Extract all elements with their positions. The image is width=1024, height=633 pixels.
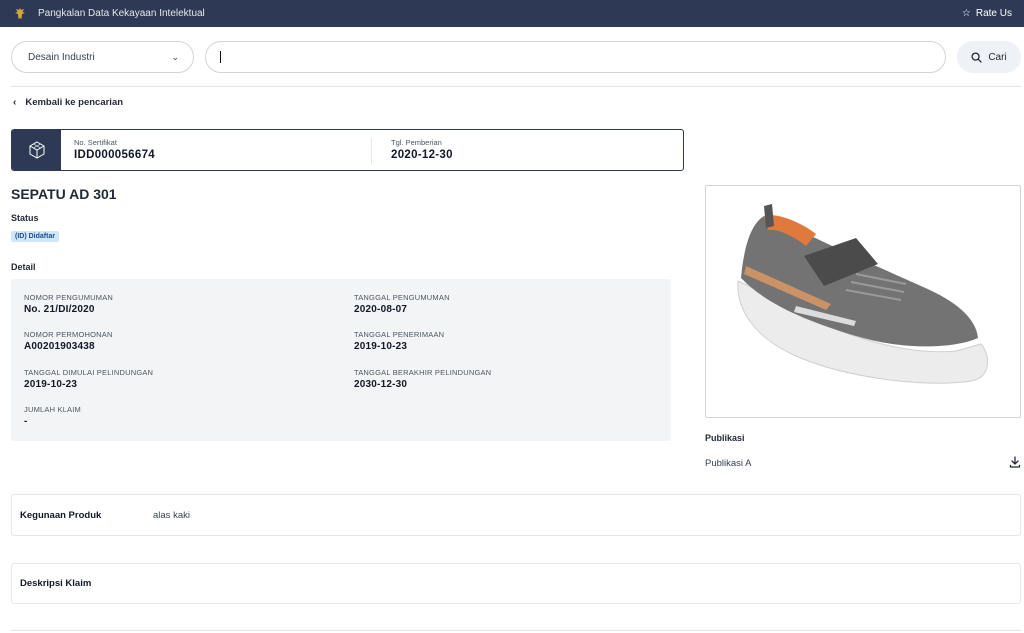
- field-value: No. 21/DI/2020: [24, 304, 95, 315]
- detail-field: NOMOR PERMOHONAN A00201903438: [24, 330, 113, 352]
- search-field[interactable]: [205, 41, 946, 73]
- detail-panel: NOMOR PENGUMUMAN No. 21/DI/2020 TANGGAL …: [11, 279, 671, 441]
- field-value: 2020-08-07: [354, 304, 408, 315]
- status-label: Status: [11, 213, 39, 223]
- section-label: Deskripsi Klaim: [20, 578, 92, 589]
- chevron-down-icon: ⌄: [171, 51, 179, 62]
- search-input[interactable]: [221, 51, 931, 63]
- detail-field: TANGGAL DIMULAI PELINDUNGAN 2019-10-23: [24, 368, 153, 390]
- field-value: 2019-10-23: [24, 379, 78, 390]
- rate-us-button[interactable]: ☆ Rate Us: [962, 8, 1012, 19]
- detail-field: TANGGAL BERAKHIR PELINDUNGAN 2030-12-30: [354, 368, 491, 390]
- top-bar: Pangkalan Data Kekayaan Intelektual ☆ Ra…: [0, 0, 1024, 27]
- section-deskripsi-klaim[interactable]: Deskripsi Klaim: [11, 563, 1021, 604]
- publication-label: Publikasi: [705, 433, 745, 443]
- chevron-left-icon: ‹: [13, 97, 17, 108]
- certificate-number-label: No. Sertifikat: [74, 138, 117, 147]
- field-value: 2030-12-30: [354, 379, 408, 390]
- certificate-number: No. Sertifikat IDD000056674: [74, 138, 372, 164]
- garuda-logo-icon: [12, 6, 28, 22]
- detail-field: TANGGAL PENGUMUMAN 2020-08-07: [354, 293, 450, 315]
- certificate-card: No. Sertifikat IDD000056674 Tgl. Pemberi…: [11, 129, 684, 171]
- field-key: TANGGAL DIMULAI PELINDUNGAN: [24, 368, 154, 377]
- search-bar: Desain Industri ⌄ Cari: [11, 41, 1021, 73]
- field-value: -: [24, 416, 28, 427]
- field-value: A00201903438: [24, 341, 95, 352]
- field-key: NOMOR PERMOHONAN: [24, 330, 113, 339]
- publication-item-label: Publikasi A: [705, 458, 752, 469]
- search-icon: [971, 51, 983, 63]
- publication-item[interactable]: Publikasi A: [705, 456, 1021, 471]
- detail-field: JUMLAH KLAIM -: [24, 405, 81, 427]
- grant-date-label: Tgl. Pemberian: [391, 138, 442, 147]
- field-key: NOMOR PENGUMUMAN: [24, 293, 114, 302]
- field-value: 2019-10-23: [354, 341, 408, 352]
- detail-label: Detail: [11, 262, 36, 272]
- ip-type-select[interactable]: Desain Industri ⌄: [11, 41, 194, 73]
- divider: [11, 86, 1021, 87]
- page-title: SEPATU AD 301: [11, 186, 117, 202]
- cube-icon: [12, 130, 61, 170]
- search-button[interactable]: Cari: [957, 41, 1021, 73]
- field-key: TANGGAL PENERIMAAN: [354, 330, 445, 339]
- detail-field: NOMOR PENGUMUMAN No. 21/DI/2020: [24, 293, 113, 315]
- search-button-label: Cari: [988, 51, 1007, 63]
- field-key: TANGGAL BERAKHIR PELINDUNGAN: [354, 368, 492, 377]
- section-label: Kegunaan Produk: [20, 509, 102, 521]
- grant-date: Tgl. Pemberian 2020-12-30: [391, 138, 453, 170]
- field-key: TANGGAL PENGUMUMAN: [354, 293, 450, 302]
- download-icon[interactable]: [1009, 456, 1021, 471]
- section-kegunaan-produk: Kegunaan Produk alas kaki: [11, 494, 1021, 536]
- grant-date-value: 2020-12-30: [391, 149, 453, 161]
- certificate-number-value: IDD000056674: [74, 149, 155, 161]
- back-label: Kembali ke pencarian: [25, 97, 124, 108]
- ip-type-value: Desain Industri: [28, 51, 95, 63]
- product-image[interactable]: [705, 185, 1021, 418]
- app-title: Pangkalan Data Kekayaan Intelektual: [38, 8, 205, 19]
- star-icon: ☆: [961, 8, 971, 19]
- back-to-search-link[interactable]: ‹ Kembali ke pencarian: [13, 97, 123, 108]
- rate-us-label: Rate Us: [975, 8, 1012, 19]
- divider: [11, 630, 1021, 631]
- section-value: alas kaki: [153, 509, 190, 521]
- detail-field: TANGGAL PENERIMAAN 2019-10-23: [354, 330, 444, 352]
- field-key: JUMLAH KLAIM: [24, 405, 81, 414]
- shoe-image: [737, 204, 989, 384]
- status-badge: (ID) Didaftar: [11, 231, 60, 242]
